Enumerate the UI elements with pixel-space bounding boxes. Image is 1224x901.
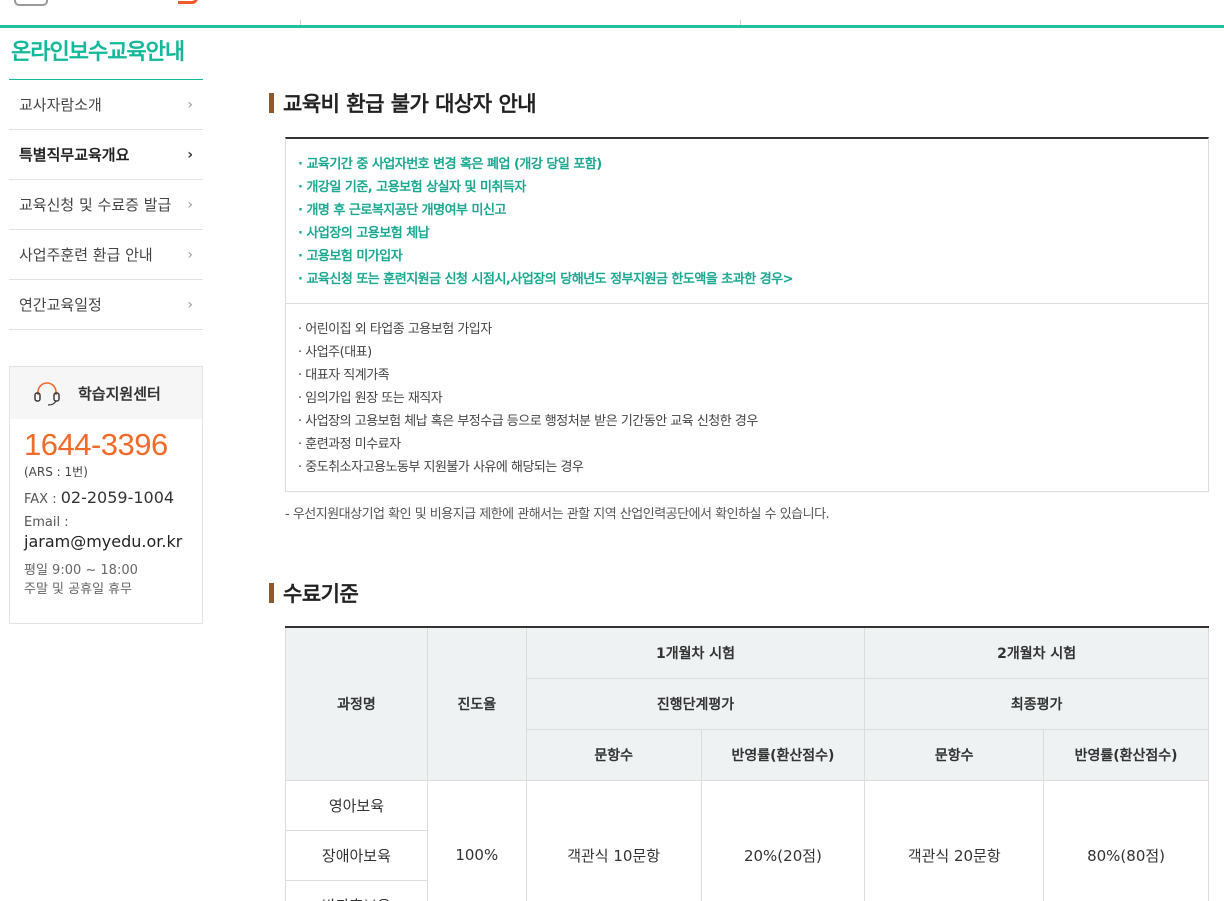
chevron-right-icon: › [187, 196, 193, 213]
email-label: Email : [24, 515, 69, 530]
fax-value: 02-2059-1004 [60, 488, 175, 507]
logo-icon[interactable] [14, 0, 48, 6]
chevron-right-icon: › [187, 96, 193, 113]
header-course: 과정명 [285, 626, 428, 781]
refund-title-text: 교육비 환급 불가 대상자 안내 [283, 92, 537, 116]
refund-notice-box: · 교육기간 중 사업자번호 변경 혹은 폐업 (개강 당일 포함) · 개강일… [285, 137, 1209, 492]
list-item: · 교육기간 중 사업자번호 변경 혹은 폐업 (개강 당일 포함) [298, 157, 602, 172]
sidebar-item-label: 교사자람소개 [19, 96, 102, 114]
sidebar-item-annual-schedule[interactable]: 연간교육일정 › [9, 280, 203, 330]
month1-weight: 20%(20점) [700, 779, 866, 901]
list-item: · 사업주(대표) [298, 345, 372, 360]
list-item: · 고용보험 미가입자 [298, 249, 403, 264]
refund-section-title: 교육비 환급 불가 대상자 안내 [269, 88, 537, 118]
top-header [0, 0, 1224, 28]
completion-title-text: 수료기준 [283, 582, 359, 606]
header-month1: 1개월차 시험 [525, 626, 866, 679]
header-weight: 반영률(환산점수) [700, 728, 866, 781]
list-item: · 대표자 직계가족 [298, 368, 390, 383]
headset-icon [34, 382, 60, 406]
course-name: 영아보육 [285, 779, 428, 831]
month2-questions: 객관식 20문항 [864, 779, 1045, 901]
support-fax: FAX : 02-2059-1004 [24, 488, 188, 507]
list-item: · 개강일 기준, 고용보험 상실자 및 미취득자 [298, 180, 526, 195]
support-phone: 1644-3396 [24, 427, 168, 462]
normal-list: · 어린이집 외 타업종 고용보험 가입자 · 사업주(대표) · 대표자 직계… [286, 304, 1208, 479]
support-hours: 평일 9:00 ~ 18:00 주말 및 공휴일 휴무 [24, 561, 188, 599]
list-item: · 훈련과정 미수료자 [298, 437, 401, 452]
header-weight: 반영률(환산점수) [1043, 728, 1209, 781]
course-name: 장애아보육 [285, 829, 428, 881]
sidebar-item-label: 교육신청 및 수료증 발급 [19, 196, 172, 214]
list-item: · 어린이집 외 타업종 고용보험 가입자 [298, 322, 492, 337]
email-value: jaram@myedu.or.kr [24, 532, 183, 551]
list-item: · 사업장의 고용보험 체납 혹은 부정수급 등으로 행정처분 받은 기간동안 … [298, 414, 758, 429]
fax-label: FAX : [24, 492, 61, 507]
sidebar-item-label: 사업주훈련 환급 안내 [19, 246, 153, 264]
month1-questions: 객관식 10문항 [525, 779, 702, 901]
sidebar: 온라인보수교육안내 교사자람소개 › 특별직무교육개요 › 교육신청 및 수료증… [9, 30, 203, 624]
header-divider [0, 25, 1224, 28]
table-header-row: 과정명 진도율 1개월차 시험 2개월차 시험 [285, 626, 1209, 781]
sidebar-menu: 교사자람소개 › 특별직무교육개요 › 교육신청 및 수료증 발급 › 사업주훈… [9, 80, 203, 330]
support-ars: (ARS : 1번) [24, 465, 88, 479]
header-q-count: 문항수 [525, 728, 702, 781]
list-item: · 임의가입 원장 또는 재직자 [298, 391, 443, 406]
sidebar-item-apply-certificate[interactable]: 교육신청 및 수료증 발급 › [9, 180, 203, 230]
hours-weekday: 평일 9:00 ~ 18:00 [24, 563, 138, 578]
support-center-box: 학습지원센터 1644-3396 (ARS : 1번) FAX : 02-205… [9, 366, 203, 624]
title-bar-icon [269, 583, 274, 603]
completion-section-title: 수료기준 [269, 578, 359, 608]
support-center-body: 1644-3396 (ARS : 1번) FAX : 02-2059-1004 … [10, 419, 202, 599]
list-item: · 개명 후 근로복지공단 개명여부 미신고 [298, 203, 506, 218]
table-row: 영아보육 100% 객관식 10문항 20%(20점) 객관식 20문항 80%… [285, 779, 1209, 901]
sidebar-item-teacher-intro[interactable]: 교사자람소개 › [9, 80, 203, 130]
refund-note: - 우선지원대상기업 확인 및 비용지급 제한에 관해서는 관할 지역 산업인력… [285, 507, 830, 522]
support-center-header: 학습지원센터 [10, 367, 202, 419]
chevron-right-icon: › [187, 146, 193, 163]
list-item: · 중도취소자고용노동부 지원불가 사유에 해당되는 경우 [298, 460, 584, 475]
sidebar-item-label: 연간교육일정 [19, 296, 102, 314]
list-item: · 사업장의 고용보험 체납 [298, 226, 430, 241]
header-eval2: 최종평가 [864, 677, 1209, 730]
logo-mark-icon [178, 0, 198, 4]
sidebar-title: 온라인보수교육안내 [9, 30, 203, 80]
title-bar-icon [269, 93, 274, 113]
course-name: 방과후보육 [285, 879, 428, 901]
hours-weekend: 주말 및 공휴일 휴무 [24, 582, 133, 597]
sidebar-item-employer-refund[interactable]: 사업주훈련 환급 안내 › [9, 230, 203, 280]
completion-criteria-table: 과정명 진도율 1개월차 시험 2개월차 시험 진행단계평가 최종평가 문항수 … [285, 626, 1209, 901]
list-item: · 교육신청 또는 훈련지원금 신청 시점시,사업장의 당해년도 정부지원금 한… [298, 272, 794, 287]
chevron-right-icon: › [187, 296, 193, 313]
chevron-right-icon: › [187, 246, 193, 263]
header-eval1: 진행단계평가 [525, 677, 866, 730]
progress-value: 100% [426, 779, 527, 901]
header-q-count: 문항수 [864, 728, 1045, 781]
highlight-list: · 교육기간 중 사업자번호 변경 혹은 폐업 (개강 당일 포함) · 개강일… [286, 139, 1208, 304]
month2-weight: 80%(80점) [1043, 779, 1209, 901]
sidebar-item-special-duty[interactable]: 특별직무교육개요 › [9, 130, 203, 180]
support-center-title: 학습지원센터 [78, 384, 161, 403]
header-month2: 2개월차 시험 [864, 626, 1209, 679]
header-progress: 진도율 [426, 626, 527, 781]
sidebar-item-label: 특별직무교육개요 [19, 146, 130, 164]
